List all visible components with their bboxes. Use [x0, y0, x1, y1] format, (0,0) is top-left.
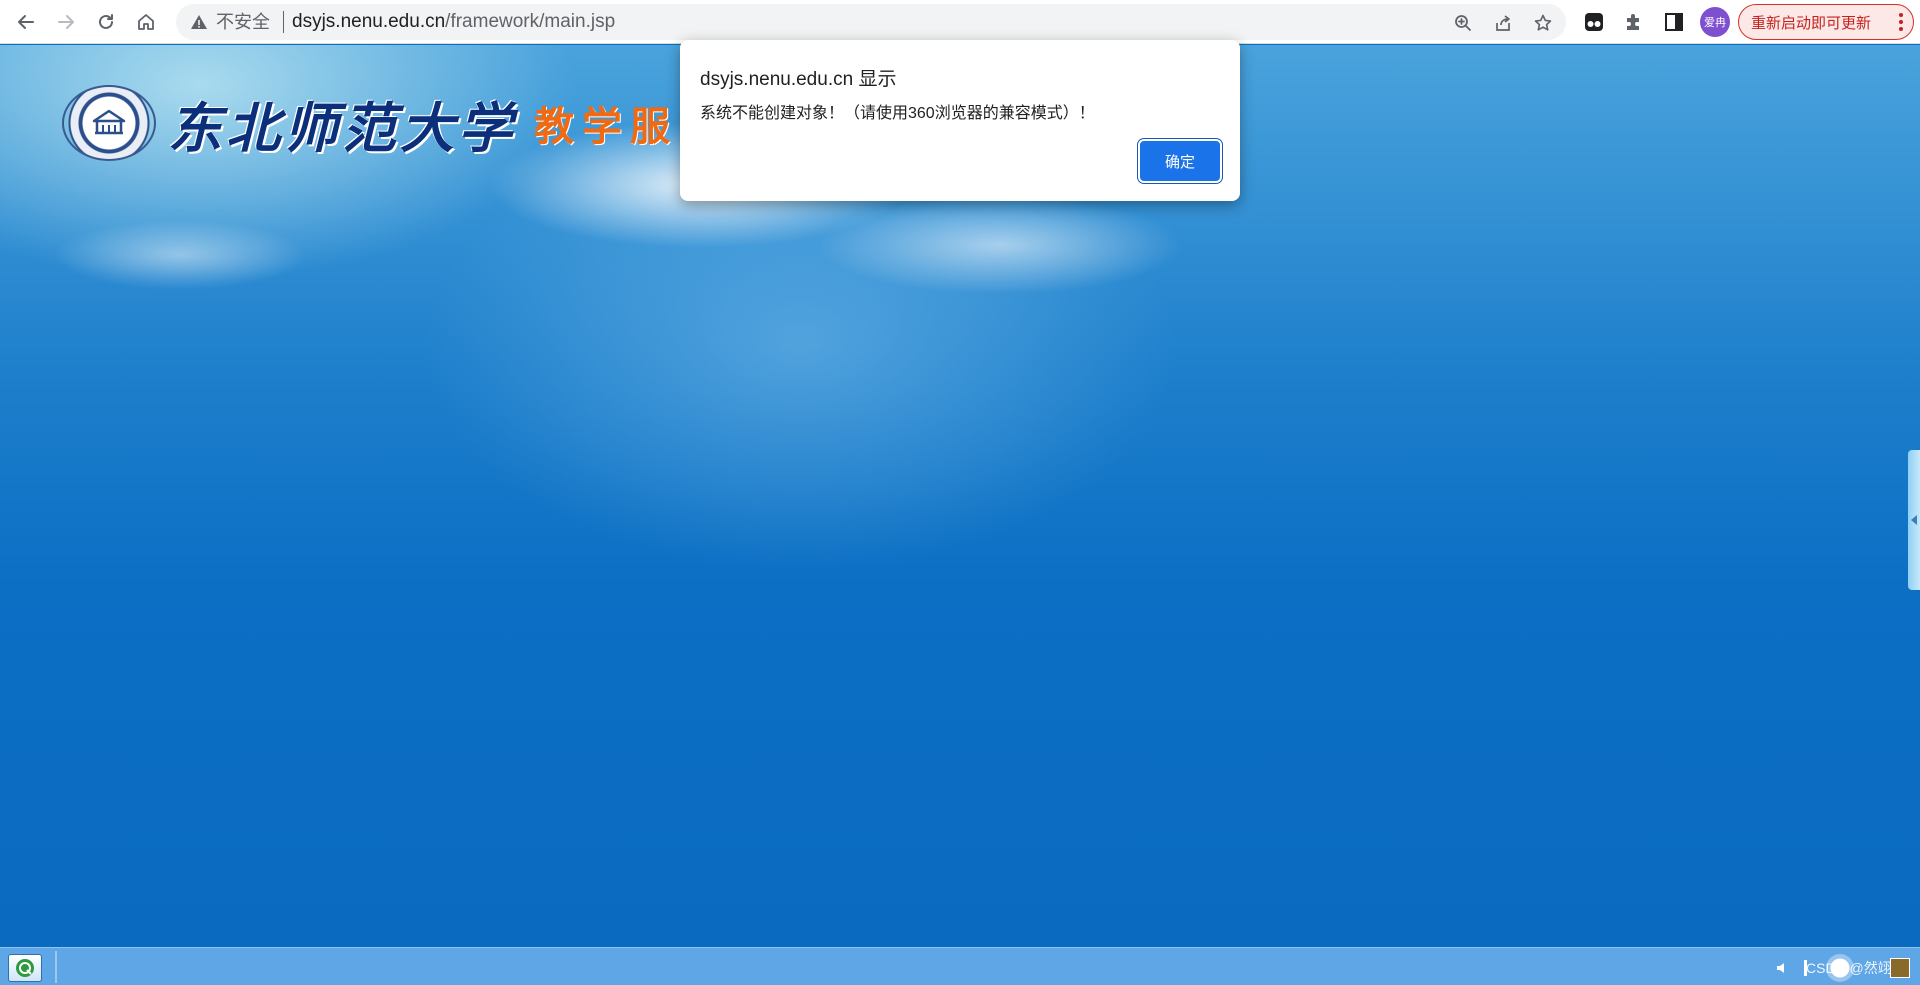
home-icon [138, 14, 154, 30]
side-collapse-handle[interactable] [1908, 450, 1920, 590]
security-label[interactable]: 不安全 [216, 13, 270, 31]
side-panel-icon [1665, 13, 1683, 31]
home-button[interactable] [130, 6, 162, 38]
url-text[interactable]: dsyjs.nenu.edu.cn/framework/main.jsp [292, 11, 616, 32]
ok-button[interactable]: 确定 [1140, 141, 1220, 181]
taskbar-divider [55, 951, 57, 983]
update-button-label: 重新启动即可更新 [1751, 14, 1872, 32]
dialog-message: 系统不能创建对象！（请使用360浏览器的兼容模式）！ [700, 105, 1095, 122]
address-divider [283, 11, 284, 33]
speaker-icon[interactable] [1775, 960, 1791, 976]
extension-app-icon [1585, 13, 1603, 31]
university-name: 东北师范大学 [168, 95, 516, 160]
site-header: 东北师范大学 教学服务系统 [62, 83, 762, 163]
side-panel-button[interactable] [1660, 8, 1688, 36]
share-icon [1496, 15, 1510, 31]
url-path: /framework/main.jsp [445, 11, 616, 32]
zoom-icon [1455, 15, 1471, 31]
extension-button[interactable] [1580, 8, 1608, 36]
bookmark-button[interactable] [1532, 12, 1554, 34]
zoom-button[interactable] [1452, 12, 1474, 34]
extensions-menu-button[interactable] [1620, 8, 1648, 36]
back-button[interactable] [10, 6, 42, 38]
forward-button[interactable] [50, 6, 82, 38]
warning-icon[interactable] [190, 13, 208, 31]
dialog-title: dsyjs.nenu.edu.cn 显示 [700, 69, 897, 90]
reload-icon [99, 14, 113, 29]
more-vert-icon [1899, 13, 1903, 31]
update-button[interactable]: 重新启动即可更新 [1738, 4, 1914, 40]
address-bar[interactable]: 不安全 dsyjs.nenu.edu.cn/framework/main.jsp [176, 4, 1566, 40]
arrow-right-icon [58, 15, 74, 29]
app-logo-icon [16, 959, 34, 977]
caret-left-icon [1911, 515, 1917, 525]
url-host: dsyjs.nenu.edu.cn [292, 11, 446, 32]
start-button[interactable] [8, 954, 42, 982]
arrow-left-icon [18, 15, 34, 29]
reload-button[interactable] [90, 6, 122, 38]
alert-dialog: dsyjs.nenu.edu.cn 显示 系统不能创建对象！（请使用360浏览器… [680, 40, 1240, 201]
star-icon [1534, 14, 1552, 31]
profile-avatar[interactable]: 爱冉 [1700, 7, 1730, 37]
university-seal-logo [62, 85, 156, 161]
browser-toolbar: 不安全 dsyjs.nenu.edu.cn/framework/main.jsp [0, 0, 1920, 44]
puzzle-icon [1627, 14, 1639, 30]
taskbar: CSDN @然翊川 [0, 947, 1920, 985]
tray-corner-icon[interactable] [1890, 958, 1910, 978]
building-icon [92, 109, 126, 135]
share-button[interactable] [1492, 12, 1514, 34]
